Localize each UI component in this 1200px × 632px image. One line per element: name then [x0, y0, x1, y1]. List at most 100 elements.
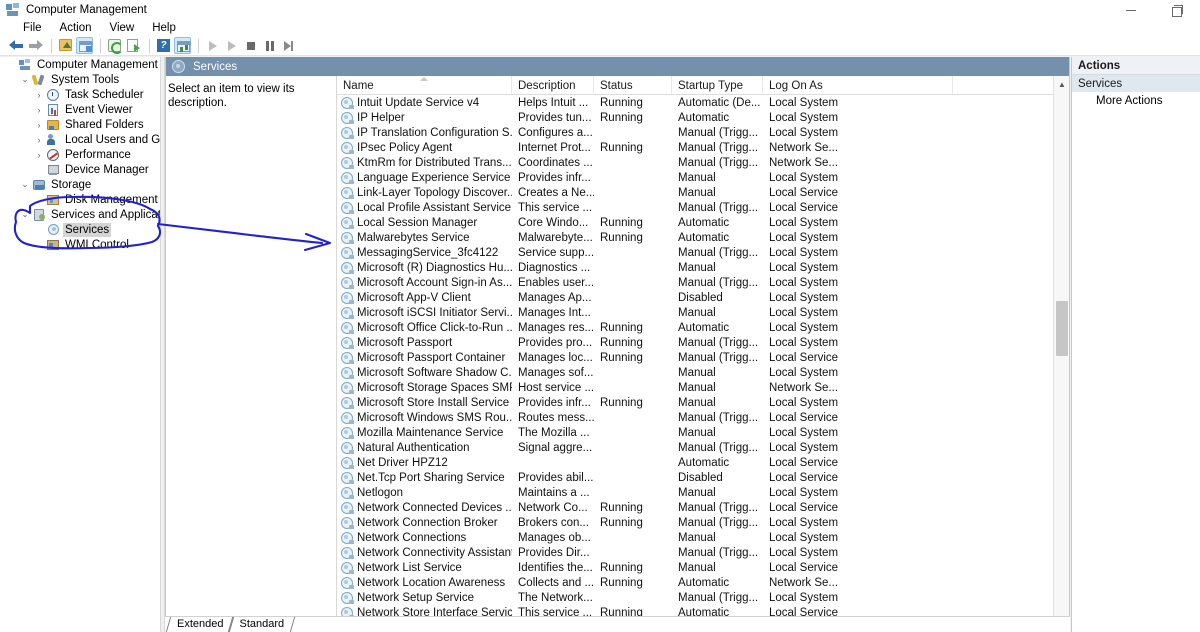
table-row[interactable]: Network Location Awareness Collects and .… [337, 575, 1069, 590]
tab-extended[interactable]: Extended [165, 617, 235, 632]
export-list-icon[interactable] [125, 37, 142, 54]
table-row[interactable]: Microsoft Office Click-to-Run ... Manages… [337, 320, 1069, 335]
gear-icon [46, 223, 60, 237]
forward-icon[interactable] [27, 37, 44, 54]
tree-item-wmi-control[interactable]: WMI Control [0, 237, 160, 252]
table-row[interactable]: Microsoft (R) Diagnostics Hu... Diagnosti… [337, 260, 1069, 275]
cell-startup: Automatic [678, 456, 730, 469]
back-icon[interactable] [8, 37, 25, 54]
tree-item-storage[interactable]: ⌄ Storage [0, 177, 160, 192]
restart-service-icon[interactable] [280, 37, 297, 54]
tree-item-label: Event Viewer [65, 103, 133, 116]
chevron-right-icon[interactable]: › [32, 87, 46, 102]
menu-help[interactable]: Help [143, 20, 185, 36]
resume-service-icon[interactable] [223, 37, 240, 54]
start-service-icon[interactable] [204, 37, 221, 54]
chevron-down-icon[interactable]: ⌄ [18, 177, 32, 192]
table-row[interactable]: Microsoft Store Install Service Provides … [337, 395, 1069, 410]
tree-item-device-manager[interactable]: Device Manager [0, 162, 160, 177]
service-name-text: Link-Layer Topology Discover... [357, 186, 512, 199]
table-row[interactable]: Local Profile Assistant Service This serv… [337, 200, 1069, 215]
restore-button[interactable] [1154, 0, 1200, 20]
table-row[interactable]: Intuit Update Service v4 Helps Intuit ...… [337, 95, 1069, 110]
chevron-right-icon[interactable]: › [32, 147, 46, 162]
table-row[interactable]: Natural Authentication Signal aggre... Man… [337, 440, 1069, 455]
table-row[interactable]: Malwarebytes Service Malwarebyte... Runnin… [337, 230, 1069, 245]
tab-standard[interactable]: Standard [228, 617, 296, 632]
cell-name: Microsoft Account Sign-in As... [337, 276, 512, 289]
table-row[interactable]: Netlogon Maintains a ... Manual Local Syste… [337, 485, 1069, 500]
chevron-down-icon[interactable]: ⌄ [18, 207, 32, 222]
table-row[interactable]: Network Connections Manages ob... Manual Lo… [337, 530, 1069, 545]
column-header-description[interactable]: Description [512, 76, 594, 95]
table-row[interactable]: Network Connection Broker Brokers con... R… [337, 515, 1069, 530]
action-more-actions[interactable]: More Actions [1072, 92, 1200, 109]
actions-group-services[interactable]: Services [1072, 75, 1200, 92]
services-vertical-scrollbar[interactable]: ▲ ▼ [1053, 76, 1069, 632]
tree-item-computer-management-local[interactable]: Computer Management (Local) [0, 57, 160, 72]
table-row[interactable]: Network Connectivity Assistant Provides D… [337, 545, 1069, 560]
table-row[interactable]: IP Translation Configuration S... Configu… [337, 125, 1069, 140]
column-header-startup-type[interactable]: Startup Type [672, 76, 763, 95]
table-row[interactable]: Net.Tcp Port Sharing Service Provides abi… [337, 470, 1069, 485]
tree-item-event-viewer[interactable]: › Event Viewer [0, 102, 160, 117]
help-icon[interactable]: ? [155, 37, 172, 54]
service-name-text: Local Profile Assistant Service [357, 201, 512, 214]
table-row[interactable]: MessagingService_3fc4122 Service supp... M… [337, 245, 1069, 260]
show-hide-console-tree-icon[interactable] [76, 37, 93, 54]
tree-item-performance[interactable]: › Performance [0, 147, 160, 162]
tree-item-services[interactable]: Services [0, 222, 160, 237]
services-list[interactable]: Name Description Status Startup Type Log… [336, 76, 1069, 632]
menu-view[interactable]: View [101, 20, 144, 36]
up-one-level-icon[interactable] [57, 37, 74, 54]
minimize-button[interactable] [1108, 0, 1154, 20]
table-row[interactable]: Language Experience Service Provides infr… [337, 170, 1069, 185]
chevron-down-icon[interactable]: ⌄ [18, 72, 32, 87]
table-row[interactable]: Network List Service Identifies the... Run… [337, 560, 1069, 575]
tree-item-services-and-applications[interactable]: ⌄ Services and Applications [0, 207, 160, 222]
chevron-right-icon[interactable]: › [32, 117, 46, 132]
table-row[interactable]: IP Helper Provides tun... Running Automatic… [337, 110, 1069, 125]
table-row[interactable]: Microsoft Software Shadow C... Manages so… [337, 365, 1069, 380]
tree-item-local-users-and-groups[interactable]: › Local Users and Groups [0, 132, 160, 147]
table-row[interactable]: Link-Layer Topology Discover... Creates a… [337, 185, 1069, 200]
table-row[interactable]: IPsec Policy Agent Internet Prot... Runnin… [337, 140, 1069, 155]
cell-logon: Local Service [769, 411, 839, 424]
column-header-log-on-as[interactable]: Log On As [763, 76, 953, 95]
table-row[interactable]: Microsoft iSCSI Initiator Servi... Manage… [337, 305, 1069, 320]
table-row[interactable]: Local Session Manager Core Windo... Runnin… [337, 215, 1069, 230]
menu-action[interactable]: Action [51, 20, 101, 36]
show-hide-action-pane-icon[interactable] [174, 37, 191, 54]
table-row[interactable]: Microsoft Passport Container Manages loc.… [337, 350, 1069, 365]
scrollbar-thumb[interactable] [1056, 301, 1068, 356]
table-row[interactable]: Microsoft App-V Client Manages Ap... Disab… [337, 290, 1069, 305]
table-row[interactable]: Net Driver HPZ12 Automatic Local Service [337, 455, 1069, 470]
service-gear-icon [341, 306, 354, 319]
service-gear-icon [341, 546, 354, 559]
table-row[interactable]: Microsoft Storage Spaces SMP Host service… [337, 380, 1069, 395]
chevron-right-icon[interactable]: › [32, 102, 46, 117]
tree-item-shared-folders[interactable]: › Shared Folders [0, 117, 160, 132]
table-row[interactable]: Network Connected Devices ... Network Co.… [337, 500, 1069, 515]
table-row[interactable]: Mozilla Maintenance Service The Mozilla .… [337, 425, 1069, 440]
refresh-icon[interactable] [106, 37, 123, 54]
tree-item-task-scheduler[interactable]: › Task Scheduler [0, 87, 160, 102]
table-row[interactable]: Microsoft Account Sign-in As... Enables u… [337, 275, 1069, 290]
table-row[interactable]: KtmRm for Distributed Trans... Coordinate… [337, 155, 1069, 170]
table-row[interactable]: Network Setup Service The Network... Manua… [337, 590, 1069, 605]
scroll-up-button[interactable]: ▲ [1054, 76, 1069, 93]
chevron-right-icon[interactable]: › [32, 132, 46, 147]
cell-description: Manages Int... [518, 306, 591, 319]
column-header-status[interactable]: Status [594, 76, 672, 95]
cell-description: Maintains a ... [518, 486, 590, 499]
menu-file[interactable]: File [14, 20, 51, 36]
service-gear-icon [341, 111, 354, 124]
pause-service-icon[interactable] [261, 37, 278, 54]
tree-item-disk-management[interactable]: Disk Management [0, 192, 160, 207]
tree-item-system-tools[interactable]: ⌄ System Tools [0, 72, 160, 87]
console-tree[interactable]: Computer Management (Local) ⌄ System Tools… [0, 57, 160, 632]
column-header-name[interactable]: Name [337, 76, 512, 95]
stop-service-icon[interactable] [242, 37, 259, 54]
table-row[interactable]: Microsoft Passport Provides pro... Running… [337, 335, 1069, 350]
table-row[interactable]: Microsoft Windows SMS Rou... Routes mess.… [337, 410, 1069, 425]
